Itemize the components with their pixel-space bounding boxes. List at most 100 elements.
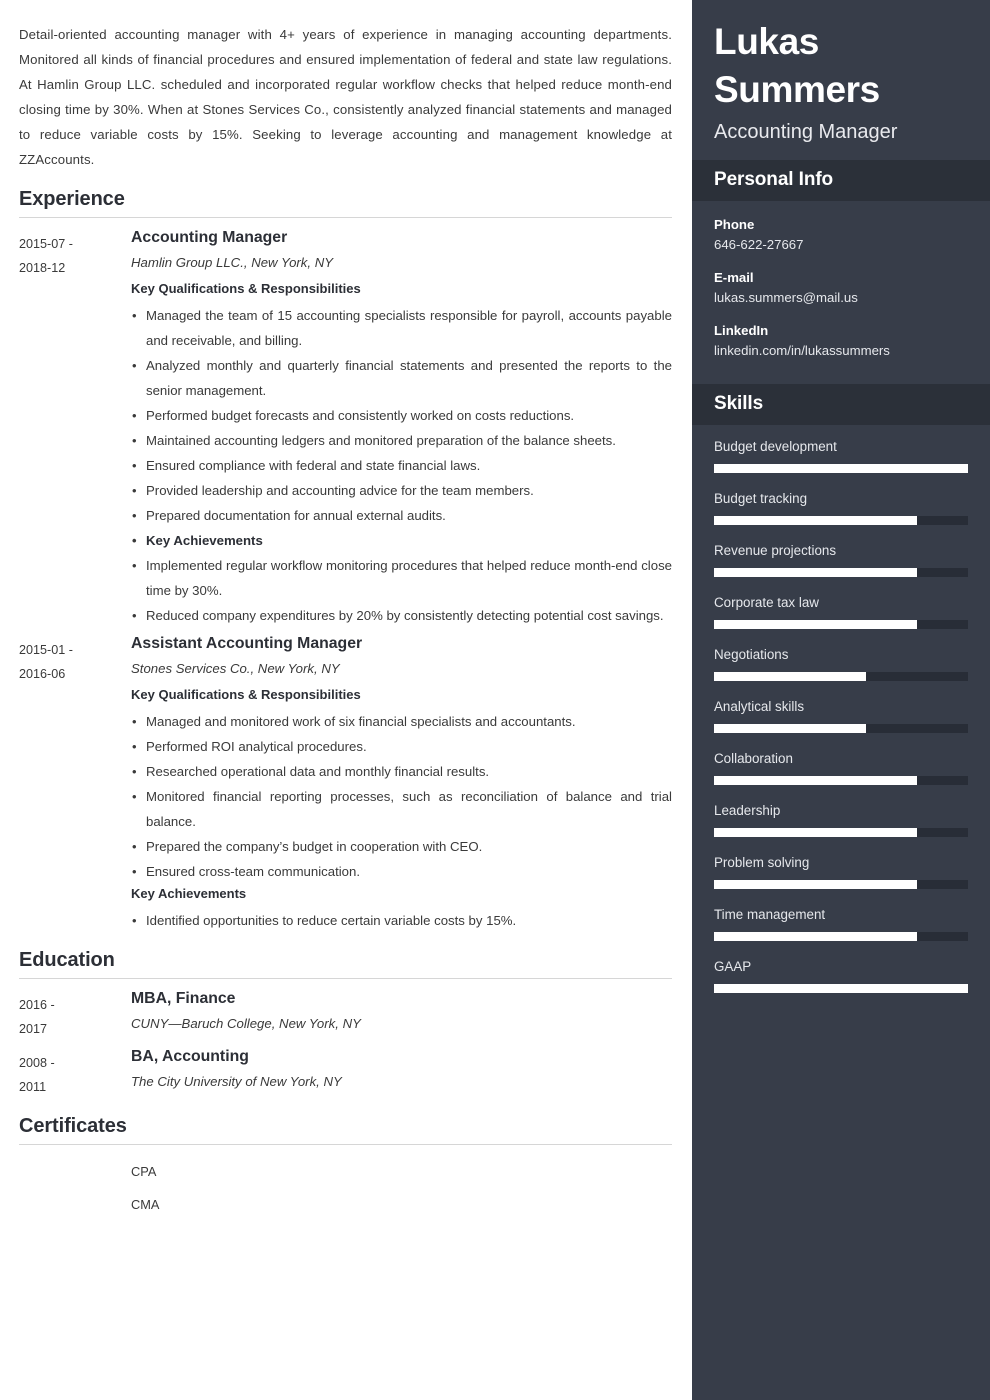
section-divider <box>19 1144 672 1145</box>
education-entry: 2016 - 2017 MBA, Finance CUNY—Baruch Colleg… <box>19 989 672 1041</box>
certificates-section: Certificates CPA CMA <box>19 1115 672 1221</box>
candidate-role: Accounting Manager <box>714 121 898 143</box>
skill-bar-fill <box>714 932 918 941</box>
skill-label: Budget tracking <box>714 491 808 506</box>
skill-bar-track <box>714 516 968 525</box>
skill-bar-fill <box>714 776 918 785</box>
personal-info-item: LinkedIn linkedin.com/in/lukassummers <box>714 321 968 361</box>
section-divider <box>19 978 672 979</box>
candidate-name: Lukas Summers <box>714 21 880 110</box>
experience-section: Experience 2015-07 - 2018-12 Accounting Ma… <box>19 188 672 933</box>
skill-bar-track <box>714 568 968 577</box>
skill-label: Negotiations <box>714 647 789 662</box>
resume-page: Detail-oriented accounting manager with … <box>0 0 990 1400</box>
entry-date-end: 2016-06 <box>19 667 66 681</box>
responsibility-item: Prepared documentation for annual extern… <box>131 503 672 528</box>
entry-date-end: 2018-12 <box>19 261 66 275</box>
job-organization: Stones Services Co., New York, NY <box>131 661 340 676</box>
skill-label: Budget development <box>714 439 837 454</box>
skill-item: Negotiations <box>714 645 968 681</box>
entry-date-range: 2016 - 2017 <box>19 989 131 1041</box>
experience-entry: 2015-01 - 2016-06 Assistant Accounting Man… <box>19 634 672 933</box>
entry-date-start: 2015-07 - <box>19 237 73 251</box>
entry-date-range: 2015-07 - 2018-12 <box>19 228 131 280</box>
skill-bar-fill <box>714 672 867 681</box>
certificate-item: CMA <box>131 1197 160 1212</box>
skill-label: GAAP <box>714 959 752 974</box>
skill-item: Leadership <box>714 801 968 837</box>
experience-entry: 2015-07 - 2018-12 Accounting Manager Hamlin… <box>19 228 672 628</box>
entry-body: Accounting Manager Hamlin Group LLC., New… <box>131 228 672 628</box>
skill-label: Revenue projections <box>714 543 837 558</box>
resume-sidebar: Lukas Summers Accounting Manager Persona… <box>692 0 990 1400</box>
responsibility-item: Ensured compliance with federal and stat… <box>131 453 672 478</box>
achievement-list: Identified opportunities to reduce certa… <box>131 908 672 933</box>
experience-entry-list: 2015-07 - 2018-12 Accounting Manager Hamlin… <box>19 228 672 933</box>
skill-bar-fill <box>714 568 918 577</box>
certificate-item: CPA <box>131 1164 157 1179</box>
skill-label: Analytical skills <box>714 699 805 714</box>
skill-label: Leadership <box>714 803 781 818</box>
achievements-label: Key Achievements <box>131 528 672 553</box>
skill-bar-track <box>714 620 968 629</box>
skill-bar-track <box>714 672 968 681</box>
skills-list: Budget development Budget tracking Revenue… <box>692 425 990 1027</box>
responsibility-item: Ensured cross-team communication. <box>131 859 672 884</box>
skill-bar-fill <box>714 984 968 993</box>
personal-info-value: 646-622-27667 <box>714 237 804 252</box>
entry-date-start: 2008 - <box>19 1056 55 1070</box>
responsibility-list: Managed the team of 15 accounting specia… <box>131 303 672 628</box>
skill-bar-fill <box>714 724 867 733</box>
responsibility-item: Researched operational data and monthly … <box>131 759 672 784</box>
skill-bar-fill <box>714 828 918 837</box>
professional-summary: Detail-oriented accounting manager with … <box>19 27 672 167</box>
skills-heading: Skills <box>714 393 764 414</box>
skill-label: Corporate tax law <box>714 595 819 610</box>
job-title: Accounting Manager <box>131 229 288 246</box>
entry-date-start: 2015-01 - <box>19 643 73 657</box>
skill-item: Budget tracking <box>714 489 968 525</box>
skills-band: Skills <box>692 384 990 425</box>
personal-info-item: Phone 646-622-27667 <box>714 215 968 255</box>
skill-bar-fill <box>714 464 968 473</box>
job-organization: Hamlin Group LLC., New York, NY <box>131 255 334 270</box>
skill-bar-track <box>714 464 968 473</box>
certificates-entry: CPA CMA <box>19 1155 672 1221</box>
personal-info-label: E-mail <box>714 270 754 285</box>
personal-info-value: linkedin.com/in/lukassummers <box>714 343 890 358</box>
school-name: The City University of New York, NY <box>131 1074 342 1089</box>
skill-bar-fill <box>714 620 918 629</box>
skill-bar-track <box>714 724 968 733</box>
school-name: CUNY—Baruch College, New York, NY <box>131 1016 361 1031</box>
certificates-date-spacer <box>19 1155 131 1221</box>
responsibility-item: Provided leadership and accounting advic… <box>131 478 672 503</box>
skill-bar-track <box>714 880 968 889</box>
responsibility-item: Maintained accounting ledgers and monito… <box>131 428 672 453</box>
responsibility-item: Managed and monitored work of six financ… <box>131 709 672 734</box>
qualifications-heading: Key Qualifications & Responsibilities <box>131 687 361 702</box>
achievement-item: Implemented regular workflow monitoring … <box>131 553 672 603</box>
resume-main-column: Detail-oriented accounting manager with … <box>0 0 692 1400</box>
skill-bar-track <box>714 828 968 837</box>
education-section: Education 2016 - 2017 MBA, Finance CUNY—Bar… <box>19 949 672 1099</box>
personal-info-value: lukas.summers@mail.us <box>714 290 858 305</box>
entry-body: MBA, Finance CUNY—Baruch College, New Yor… <box>131 989 672 1040</box>
personal-info-heading: Personal Info <box>714 169 834 190</box>
skill-bar-track <box>714 984 968 993</box>
responsibility-item: Analyzed monthly and quarterly financial… <box>131 353 672 403</box>
responsibility-item: Prepared the company’s budget in coopera… <box>131 834 672 859</box>
sidebar-header: Lukas Summers Accounting Manager <box>692 0 990 160</box>
certificates-body: CPA CMA <box>131 1155 672 1221</box>
section-title-experience: Experience <box>19 188 125 210</box>
entry-date-end: 2017 <box>19 1022 48 1036</box>
skill-bar-track <box>714 776 968 785</box>
degree-title: MBA, Finance <box>131 990 236 1007</box>
achievement-item: Identified opportunities to reduce certa… <box>131 908 672 933</box>
skill-item: Problem solving <box>714 853 968 889</box>
skill-item: Revenue projections <box>714 541 968 577</box>
skill-bar-track <box>714 932 968 941</box>
job-title: Assistant Accounting Manager <box>131 635 363 652</box>
responsibility-item: Performed ROI analytical procedures. <box>131 734 672 759</box>
education-entry-list: 2016 - 2017 MBA, Finance CUNY—Baruch Colleg… <box>19 989 672 1099</box>
skill-item: Corporate tax law <box>714 593 968 629</box>
